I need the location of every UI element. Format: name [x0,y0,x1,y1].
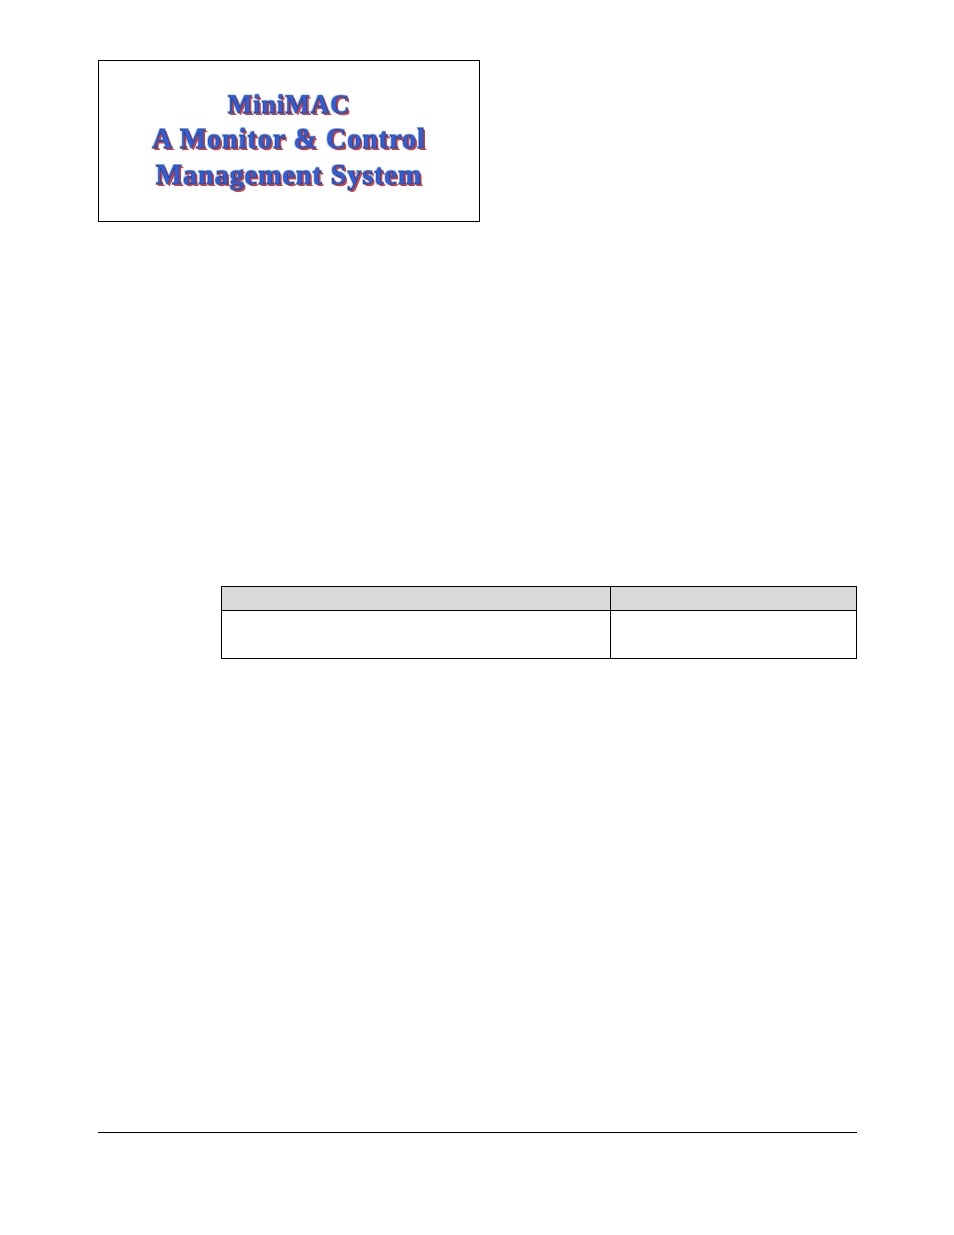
footer-divider [98,1132,857,1133]
table-header-cell [611,587,857,611]
table-cell [222,611,611,659]
logo-line-3: Management System [156,160,423,192]
logo-box: MiniMAC A Monitor & Control Management S… [98,60,480,222]
table-header-row [222,587,857,611]
logo-line-2: A Monitor & Control [152,124,426,156]
data-table-container [221,586,857,659]
logo-line-1: MiniMAC [228,90,351,120]
table-row [222,611,857,659]
table-header-cell [222,587,611,611]
data-table [221,586,857,659]
table-cell [611,611,857,659]
